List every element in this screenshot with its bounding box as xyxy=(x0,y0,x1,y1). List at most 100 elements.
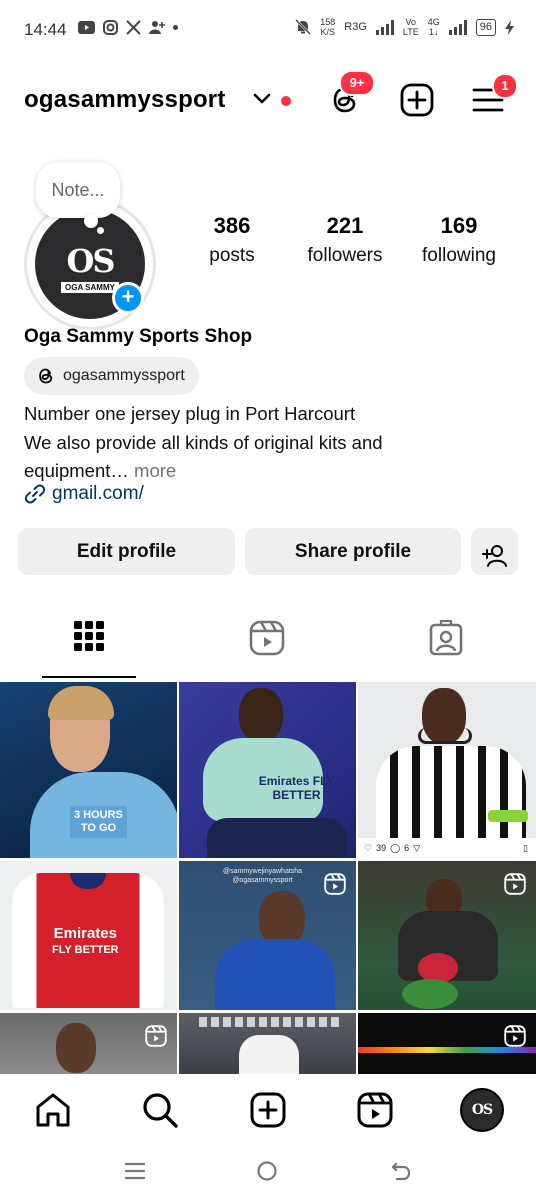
bookmark-icon: ▯ xyxy=(523,842,528,853)
post-engagement-bar: ♡ 39 ◯ 6 ▽ ▯ xyxy=(358,838,536,858)
discover-people-button[interactable] xyxy=(471,528,518,575)
post-thumbnail[interactable]: @sammywejinyawhatsha @ogasammyssport xyxy=(179,861,356,1010)
grid-icon xyxy=(74,621,104,651)
account-notification-dot xyxy=(281,96,291,106)
post-thumbnail[interactable]: Emirates FLY BETTER xyxy=(179,682,356,858)
reel-indicator-icon xyxy=(324,873,346,895)
stat-followers-label: followers xyxy=(307,245,383,266)
share-icon: ▽ xyxy=(413,842,421,853)
youtube-icon xyxy=(78,21,95,34)
post-comments-count: 6 xyxy=(404,843,410,853)
post-caption-top: @sammywejinyawhatsha xyxy=(223,868,303,875)
status-right: 158 K/S R3G Vo LTE 4G 1↓ 96 xyxy=(295,17,514,37)
status-time: 14:44 xyxy=(24,20,67,39)
tab-posts-grid[interactable] xyxy=(0,620,178,676)
stat-followers[interactable]: 221 followers xyxy=(285,213,405,267)
post-thumbnail[interactable]: 3 HOURS TO GO xyxy=(0,682,177,858)
post-thumbnail[interactable]: ♡ 39 ◯ 6 ▽ ▯ xyxy=(358,682,536,858)
stat-following[interactable]: 169 following xyxy=(399,213,519,267)
post-thumbnail[interactable] xyxy=(0,1013,177,1074)
post-likes-count: 39 xyxy=(376,843,387,853)
posts-grid: 3 HOURS TO GO Emirates FLY BETTER ♡ 39 ◯ 6… xyxy=(0,682,536,1074)
link-icon xyxy=(24,484,46,504)
post-thumbnail[interactable] xyxy=(358,1013,536,1074)
net-type-bottom: 1↓ xyxy=(428,27,439,37)
recent-apps-icon[interactable] xyxy=(124,1160,146,1182)
tab-tagged[interactable] xyxy=(357,620,535,676)
profile-link-text: gmail.com/ xyxy=(52,483,144,504)
tab-reels[interactable] xyxy=(178,620,356,676)
post-jersey xyxy=(376,746,526,838)
home-icon[interactable] xyxy=(33,1090,73,1130)
net-speed-value: 158 xyxy=(320,17,336,27)
home-circle-icon[interactable] xyxy=(256,1160,278,1182)
add-person-icon xyxy=(481,545,507,567)
volte-top: Vo xyxy=(405,17,417,27)
post-sponsor-top: Emirates xyxy=(53,925,117,942)
create-post-icon[interactable] xyxy=(400,83,434,117)
post-jersey-text: Emirates FLY BETTER xyxy=(258,774,335,802)
create-icon[interactable] xyxy=(248,1090,288,1130)
more-dot-icon xyxy=(173,25,178,30)
bottom-navigation: OS xyxy=(0,1074,536,1146)
avatar-logo: OS xyxy=(66,241,116,280)
post-thumbnail[interactable] xyxy=(358,861,536,1010)
stat-posts-label: posts xyxy=(209,245,255,266)
threads-small-icon xyxy=(39,368,53,384)
reels-icon xyxy=(249,620,285,656)
post-countdown-bottom: TO GO xyxy=(80,822,117,834)
back-icon[interactable] xyxy=(390,1160,412,1182)
reels-nav-icon[interactable] xyxy=(355,1090,395,1130)
post-thumbnail[interactable] xyxy=(179,1013,356,1074)
post-wristband xyxy=(488,810,528,822)
post-countdown-badge: 3 HOURS TO GO xyxy=(70,806,127,838)
post-person-hair xyxy=(48,686,114,720)
post-person-face xyxy=(239,688,283,742)
post-sponsor-bottom: FLY BETTER xyxy=(52,944,119,956)
post-plant xyxy=(402,979,458,1009)
bio-line-2: We also provide all kinds of original ki… xyxy=(24,431,383,453)
notification-icons xyxy=(78,20,178,35)
threads-handle: ogasammyssport xyxy=(63,367,185,384)
profile-nav-avatar[interactable]: OS xyxy=(460,1088,504,1132)
threads-profile-link[interactable]: ogasammyssport xyxy=(24,357,199,395)
share-profile-button[interactable]: Share profile xyxy=(245,528,461,575)
reel-indicator-icon xyxy=(504,873,526,895)
username-title[interactable]: ogasammyssport xyxy=(24,86,226,114)
system-navigation-bar xyxy=(0,1146,536,1200)
post-jersey xyxy=(239,1035,299,1074)
carrier1-label: R3G xyxy=(344,21,367,33)
instagram-icon xyxy=(103,20,118,35)
stat-followers-value: 221 xyxy=(326,213,364,238)
battery-level: 96 xyxy=(475,18,496,36)
reel-indicator-icon xyxy=(504,1025,526,1047)
tagged-person-icon xyxy=(429,620,463,656)
note-bubble[interactable]: Note... xyxy=(36,162,120,218)
heart-icon: ♡ xyxy=(364,842,373,853)
add-story-button[interactable]: + xyxy=(112,282,144,314)
post-person-face xyxy=(56,1023,96,1073)
bio-more-link[interactable]: more xyxy=(129,460,176,481)
profile-link[interactable]: gmail.com/ xyxy=(24,483,144,505)
post-shelf xyxy=(199,1017,339,1027)
person-add-icon xyxy=(149,21,165,34)
post-color-strip xyxy=(358,1047,536,1053)
post-headphones xyxy=(418,728,472,744)
net-speed-unit: K/S xyxy=(320,27,335,37)
note-bubble-tail-small xyxy=(97,227,104,234)
chevron-down-icon[interactable] xyxy=(252,92,272,106)
stat-posts[interactable]: 386 posts xyxy=(172,213,292,267)
stat-following-label: following xyxy=(422,245,496,266)
comment-icon: ◯ xyxy=(390,842,401,853)
edit-profile-button[interactable]: Edit profile xyxy=(18,528,235,575)
volte-label: Vo LTE xyxy=(403,17,419,37)
x-icon xyxy=(126,20,141,35)
volte-bottom: LTE xyxy=(402,27,419,37)
charging-icon xyxy=(505,19,514,35)
post-thumbnail[interactable]: Emirates FLY BETTER xyxy=(0,861,177,1010)
profile-full-name: Oga Sammy Sports Shop xyxy=(24,326,253,347)
post-jersey xyxy=(215,939,335,1010)
status-bar: 14:44 158 K/S R3G Vo LTE 4G 1↓ 96 xyxy=(0,0,536,60)
search-icon[interactable] xyxy=(140,1090,180,1130)
mute-bell-icon xyxy=(295,19,312,35)
